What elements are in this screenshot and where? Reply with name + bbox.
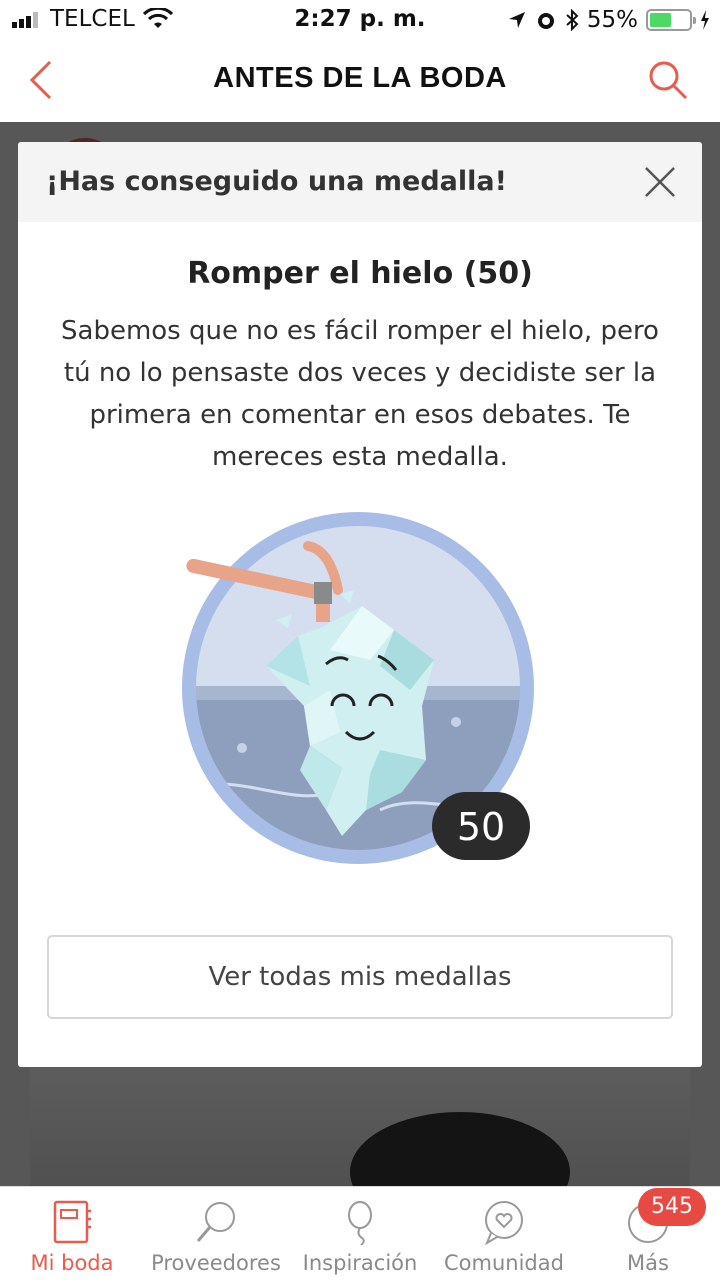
tab-label: Comunidad xyxy=(444,1251,564,1275)
medal-modal: ¡Has conseguido una medalla! Romper el h… xyxy=(18,142,702,1067)
charging-icon xyxy=(701,10,709,30)
location-icon xyxy=(508,12,525,28)
modal-title: ¡Has conseguido una medalla! xyxy=(46,166,507,197)
tab-label: Mi boda xyxy=(30,1251,114,1275)
modal-header: ¡Has conseguido una medalla! xyxy=(18,142,702,222)
medal-description: Sabemos que no es fácil romper el hielo,… xyxy=(61,316,659,472)
see-all-medals-button[interactable]: Ver todas mis medallas xyxy=(47,935,673,1019)
tab-comunidad[interactable]: Comunidad xyxy=(432,1187,576,1280)
medal-points: 50 xyxy=(457,805,505,849)
tab-inspiracion[interactable]: Inspiración xyxy=(288,1187,432,1280)
tab-label: Proveedores xyxy=(151,1251,281,1275)
nav-bar: ANTES DE LA BODA xyxy=(0,40,720,122)
tab-mi-boda[interactable]: Mi boda xyxy=(0,1187,144,1280)
tab-proveedores[interactable]: Proveedores xyxy=(144,1187,288,1280)
alarm-icon xyxy=(537,13,554,29)
battery-icon xyxy=(646,9,696,31)
chat-heart-icon xyxy=(485,1201,523,1245)
close-icon[interactable] xyxy=(642,164,678,200)
bluetooth-icon xyxy=(566,9,579,31)
page-title: ANTES DE LA BODA xyxy=(213,62,507,94)
tab-label: Inspiración xyxy=(302,1251,418,1275)
notebook-icon xyxy=(53,1200,91,1244)
status-bar: TELCEL 2:27 p. m. 55% xyxy=(0,0,720,40)
battery-percent: 55% xyxy=(586,7,638,33)
balloon-icon xyxy=(348,1201,372,1245)
medal-title: Romper el hielo (50) xyxy=(187,256,533,291)
tab-label: Más xyxy=(627,1251,669,1275)
tab-bar: Mi boda Proveedores Inspiración Comunida… xyxy=(0,1186,720,1280)
iceberg-medal-icon: 50 xyxy=(182,512,534,864)
search-icon[interactable] xyxy=(646,58,690,102)
notification-badge: 545 xyxy=(638,1188,706,1226)
status-right: 55% xyxy=(507,6,710,34)
magnifier-icon xyxy=(196,1202,235,1242)
